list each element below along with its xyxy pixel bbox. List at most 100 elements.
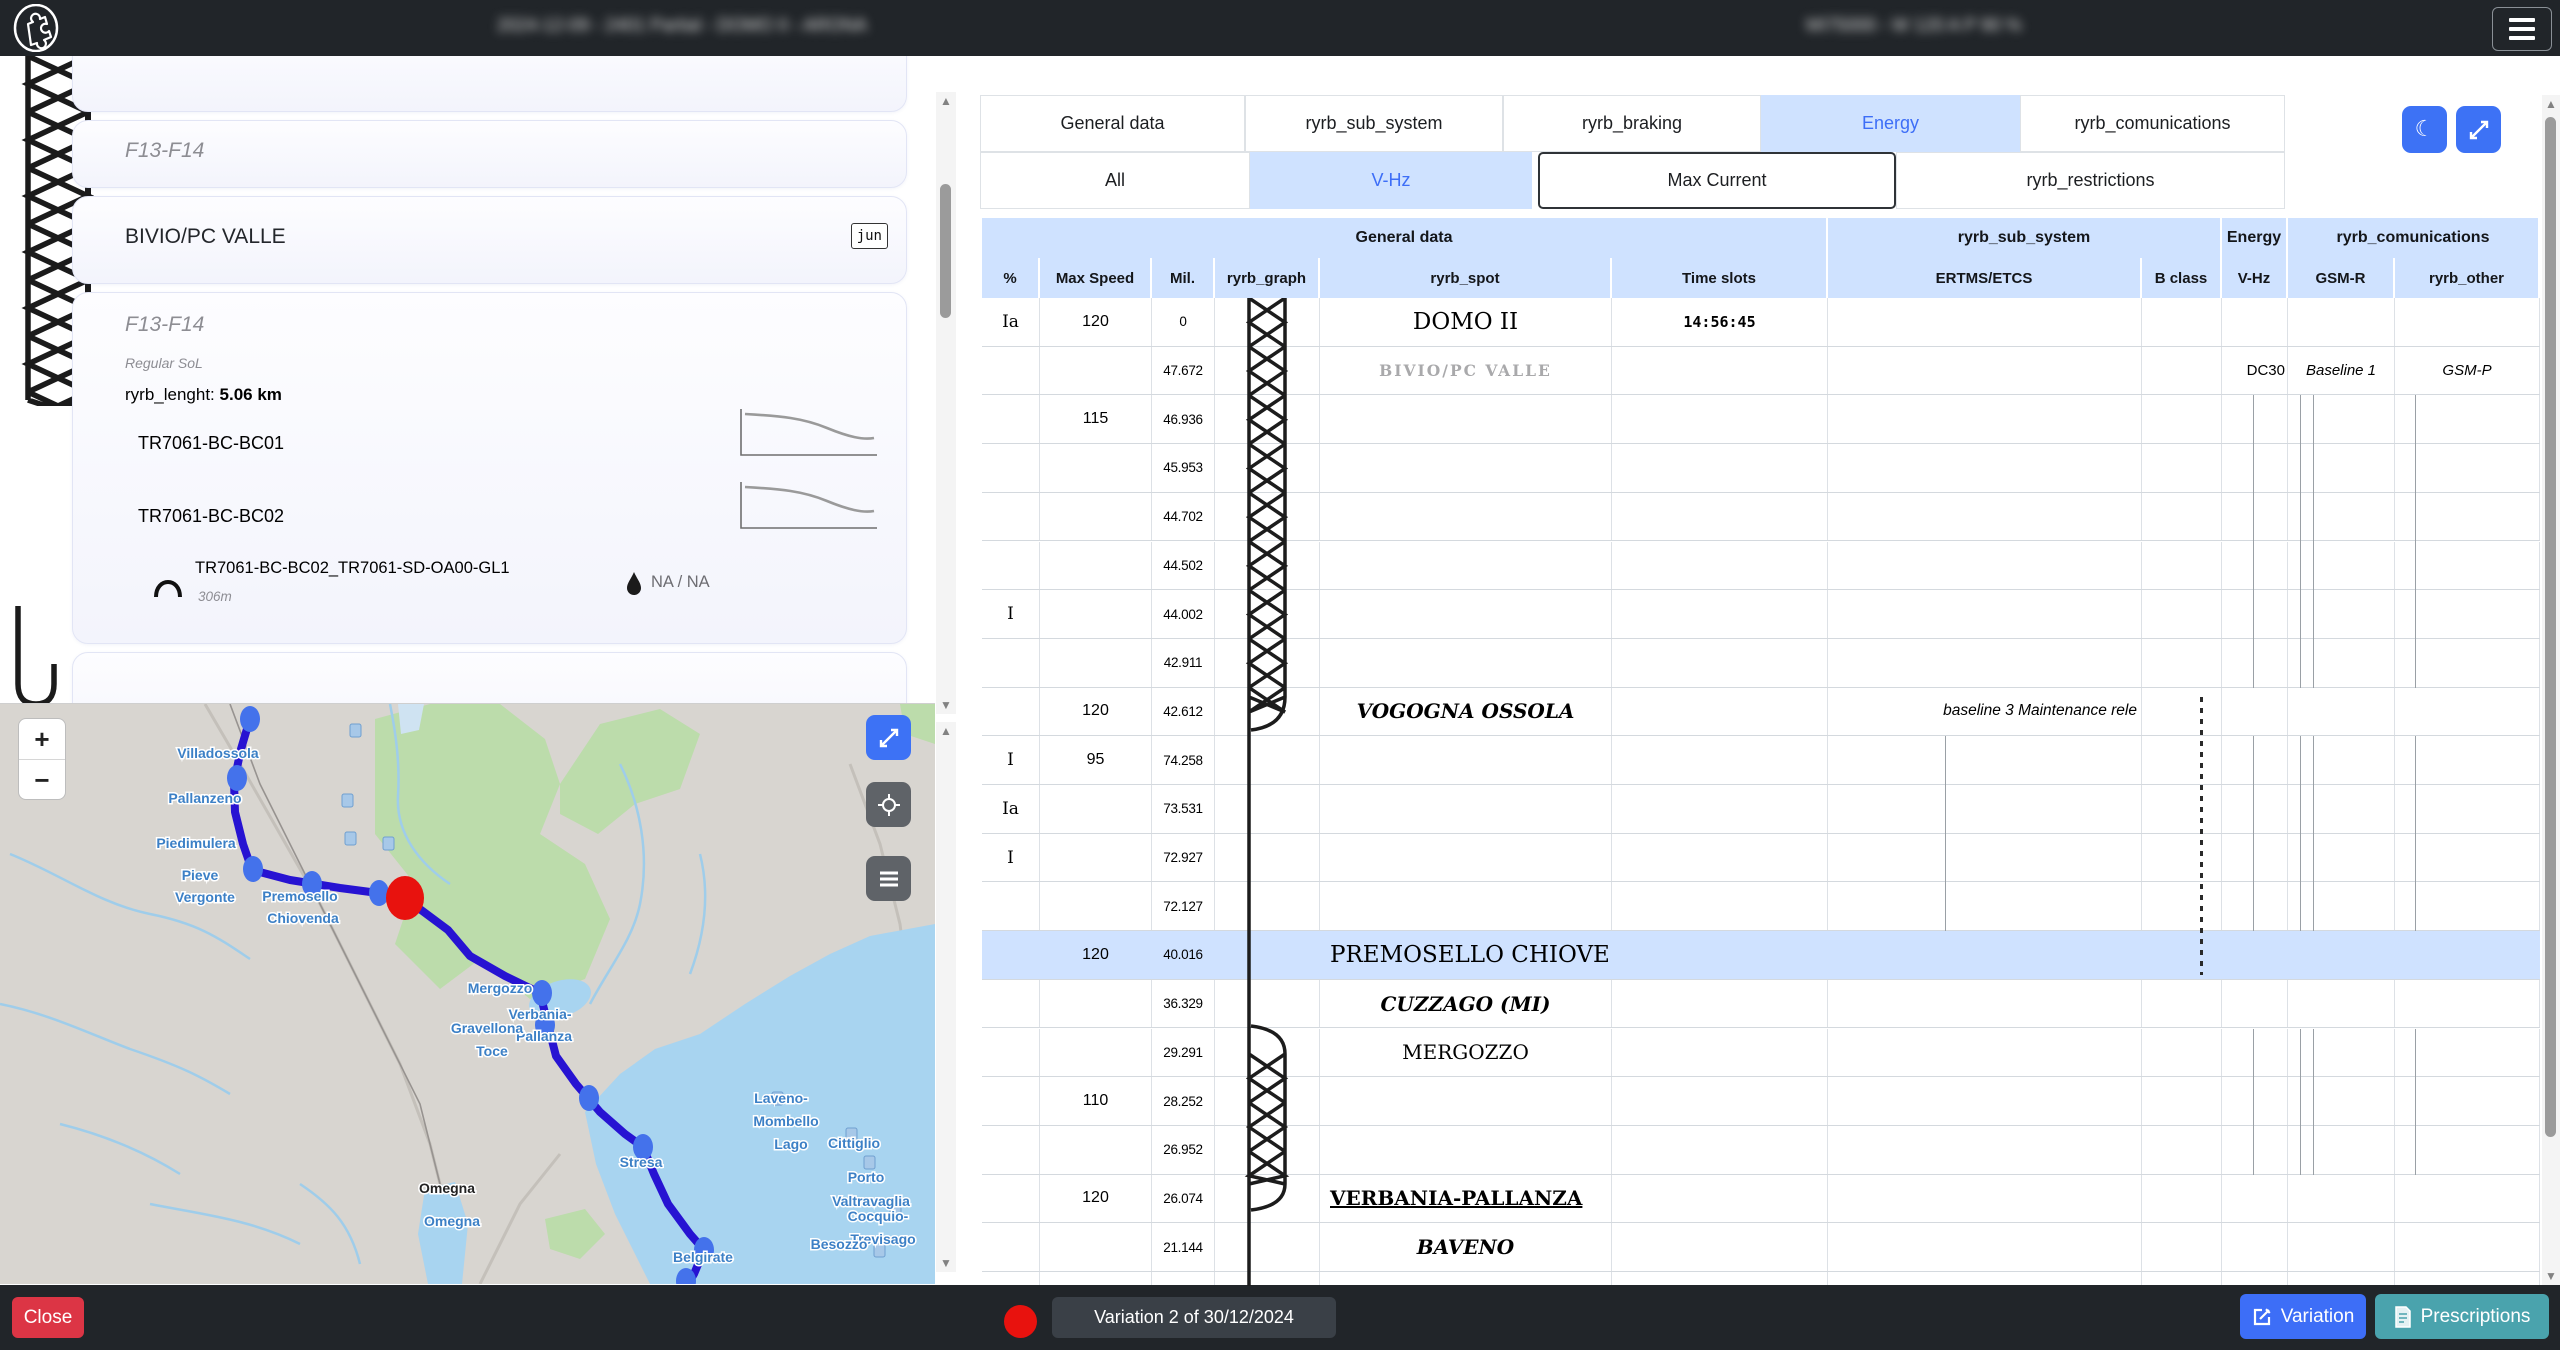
table-row[interactable]: 45.953 [982,444,2540,493]
cell-speed [1040,1126,1152,1174]
table-row[interactable]: Ia73.531 [982,785,2540,834]
table-row[interactable]: 72.127 [982,882,2540,931]
menu-hamburger-icon[interactable] [2492,7,2552,51]
tab-all[interactable]: All [980,152,1250,209]
cell-gsmr [2288,1175,2395,1223]
table-row[interactable]: I9574.258 [982,736,2540,785]
table-row[interactable]: 36.329CUZZAGO (MI) [982,980,2540,1029]
current-position-marker[interactable] [386,876,424,920]
scroll-down-icon[interactable]: ▼ [936,698,956,712]
junction-badge: jun [851,223,888,249]
column-header--[interactable]: % [982,258,1040,298]
tab-energy[interactable]: Energy [1761,95,2020,152]
zoom-in-button[interactable]: + [19,719,65,760]
cell-time: 14:56:45 [1612,298,1828,346]
table-scrollbar[interactable]: ▲ ▼ [2542,95,2560,1285]
cell-mil: 40.016 [1152,931,1215,979]
tab-ryrb-sub-system[interactable]: ryrb_sub_system [1245,95,1503,152]
cell-gsmr [2288,736,2395,784]
column-header-mil-[interactable]: Mil. [1152,258,1215,298]
table-row[interactable]: 11546.936 [982,395,2540,444]
sidebar-card-bivio[interactable]: BIVIO/PC VALLE jun [72,196,907,284]
scroll-up-icon[interactable]: ▲ [936,724,956,738]
table-row[interactable]: 12026.074VERBANIA-PALLANZA [982,1175,2540,1224]
map-locate-button[interactable] [866,782,911,827]
column-header-gsm-r[interactable]: GSM-R [2288,258,2395,298]
scroll-up-icon[interactable]: ▲ [936,94,956,108]
map-canvas[interactable]: VilladossolaPallanzenoPiedimuleraPieveVe… [0,704,935,1284]
scroll-up-icon[interactable]: ▲ [2542,97,2560,111]
cell-speed: 120 [1040,298,1152,346]
map-layers-button[interactable] [866,856,911,901]
cell-other [2395,980,2540,1028]
tab-general-data[interactable]: General data [980,95,1245,152]
app-root: 2024-12-09 - 2401 Partial - DOMO II - AR… [0,0,2560,1350]
variation-button[interactable]: Variation [2240,1294,2366,1339]
tab-ryrb-braking[interactable]: ryrb_braking [1503,95,1761,152]
map-fullscreen-button[interactable] [866,715,911,760]
column-header-time-slots[interactable]: Time slots [1612,258,1828,298]
night-mode-button[interactable]: ☾ [2402,106,2447,153]
poi-icon [342,794,353,807]
station-marker[interactable] [369,880,389,906]
table-row[interactable]: 44.502 [982,542,2540,591]
scroll-down-icon[interactable]: ▼ [2542,1269,2560,1283]
tab-v-hz[interactable]: V-Hz [1250,152,1532,209]
cell-other [2395,590,2540,638]
table-row[interactable]: 12042.612VOGOGNA OSSOLAbaseline 3 Mainte… [982,688,2540,737]
cell-speed: 120 [1040,931,1152,979]
cell-vhz [2222,980,2288,1028]
close-button[interactable]: Close [12,1297,84,1338]
cell-bclass [2142,493,2222,541]
table-row[interactable]: Ia1200DOMO II14:56:45 [982,298,2540,347]
fullscreen-button[interactable] [2456,106,2501,153]
station-marker[interactable] [227,765,247,791]
cell-other: GSM-P [2395,347,2540,395]
column-header-max-speed[interactable]: Max Speed [1040,258,1152,298]
cell-other [2395,1126,2540,1174]
column-header-ryrb-graph[interactable]: ryrb_graph [1215,258,1320,298]
column-header-ryrb-spot[interactable]: ryrb_spot [1320,258,1612,298]
cell-ertms [1828,1223,2142,1271]
cell-gsmr [2288,785,2395,833]
sidebar-card-partial[interactable] [72,56,907,112]
tab-max-current[interactable]: Max Current [1538,152,1896,209]
table-row[interactable]: 42.911 [982,639,2540,688]
station-marker[interactable] [579,1085,599,1111]
cell-spot [1320,785,1612,833]
station-marker[interactable] [240,706,260,732]
column-header-ertms-etcs[interactable]: ERTMS/ETCS [1828,258,2142,298]
scroll-down-icon[interactable]: ▼ [936,1256,956,1270]
cell-pct: I [982,736,1040,784]
zoom-out-button[interactable]: − [19,760,65,800]
sidebar-card-segment-detail[interactable]: F13-F14 Regular SoL ryrb_lenght: 5.06 km… [72,292,907,644]
column-header-ryrb-other[interactable]: ryrb_other [2395,258,2540,298]
scrollbar-thumb[interactable] [940,184,951,318]
track-sub-item[interactable]: TR7061-BC-BC02_TR7061-SD-OA00-GL1 [195,559,510,578]
sidebar-card-f13[interactable]: F13-F14 [72,120,907,188]
track-item[interactable]: TR7061-BC-BC02 [138,506,284,527]
track-item[interactable]: TR7061-BC-BC01 [138,433,284,454]
table-row[interactable]: I44.002 [982,590,2540,639]
sidebar-scrollbar[interactable]: ▲ ▼ [936,92,956,714]
table-row[interactable]: 29.291MERGOZZO [982,1029,2540,1078]
app-logo-puzzle-icon[interactable] [12,4,60,52]
table-row[interactable]: 44.702 [982,493,2540,542]
table-row[interactable]: I72.927 [982,834,2540,883]
table-row[interactable]: 11028.252 [982,1077,2540,1126]
station-marker[interactable] [243,856,263,882]
column-header-v-hz[interactable]: V-Hz [2222,258,2288,298]
route-map[interactable]: VilladossolaPallanzenoPiedimuleraPieveVe… [0,703,935,1284]
cell-mil: 21.144 [1152,1223,1215,1271]
table-row[interactable]: 26.952 [982,1126,2540,1175]
sidebar-scrollbar-lower[interactable]: ▲ ▼ [936,722,956,1272]
tab-ryrb-comunications[interactable]: ryrb_comunications [2020,95,2285,152]
table-row[interactable]: 21.144BAVENO [982,1223,2540,1272]
column-header-b-class[interactable]: B class [2142,258,2222,298]
tab-ryrb-restrictions[interactable]: ryrb_restrictions [1896,152,2285,209]
station-marker[interactable] [532,980,552,1006]
table-row[interactable]: 47.672BIVIO/PC VALLEDC30Baseline 1GSM-P [982,347,2540,396]
scrollbar-thumb[interactable] [2545,117,2556,1137]
prescriptions-button[interactable]: Prescriptions [2375,1294,2549,1339]
table-row[interactable]: 12040.016PREMOSELLO CHIOVEND. [982,931,2540,980]
